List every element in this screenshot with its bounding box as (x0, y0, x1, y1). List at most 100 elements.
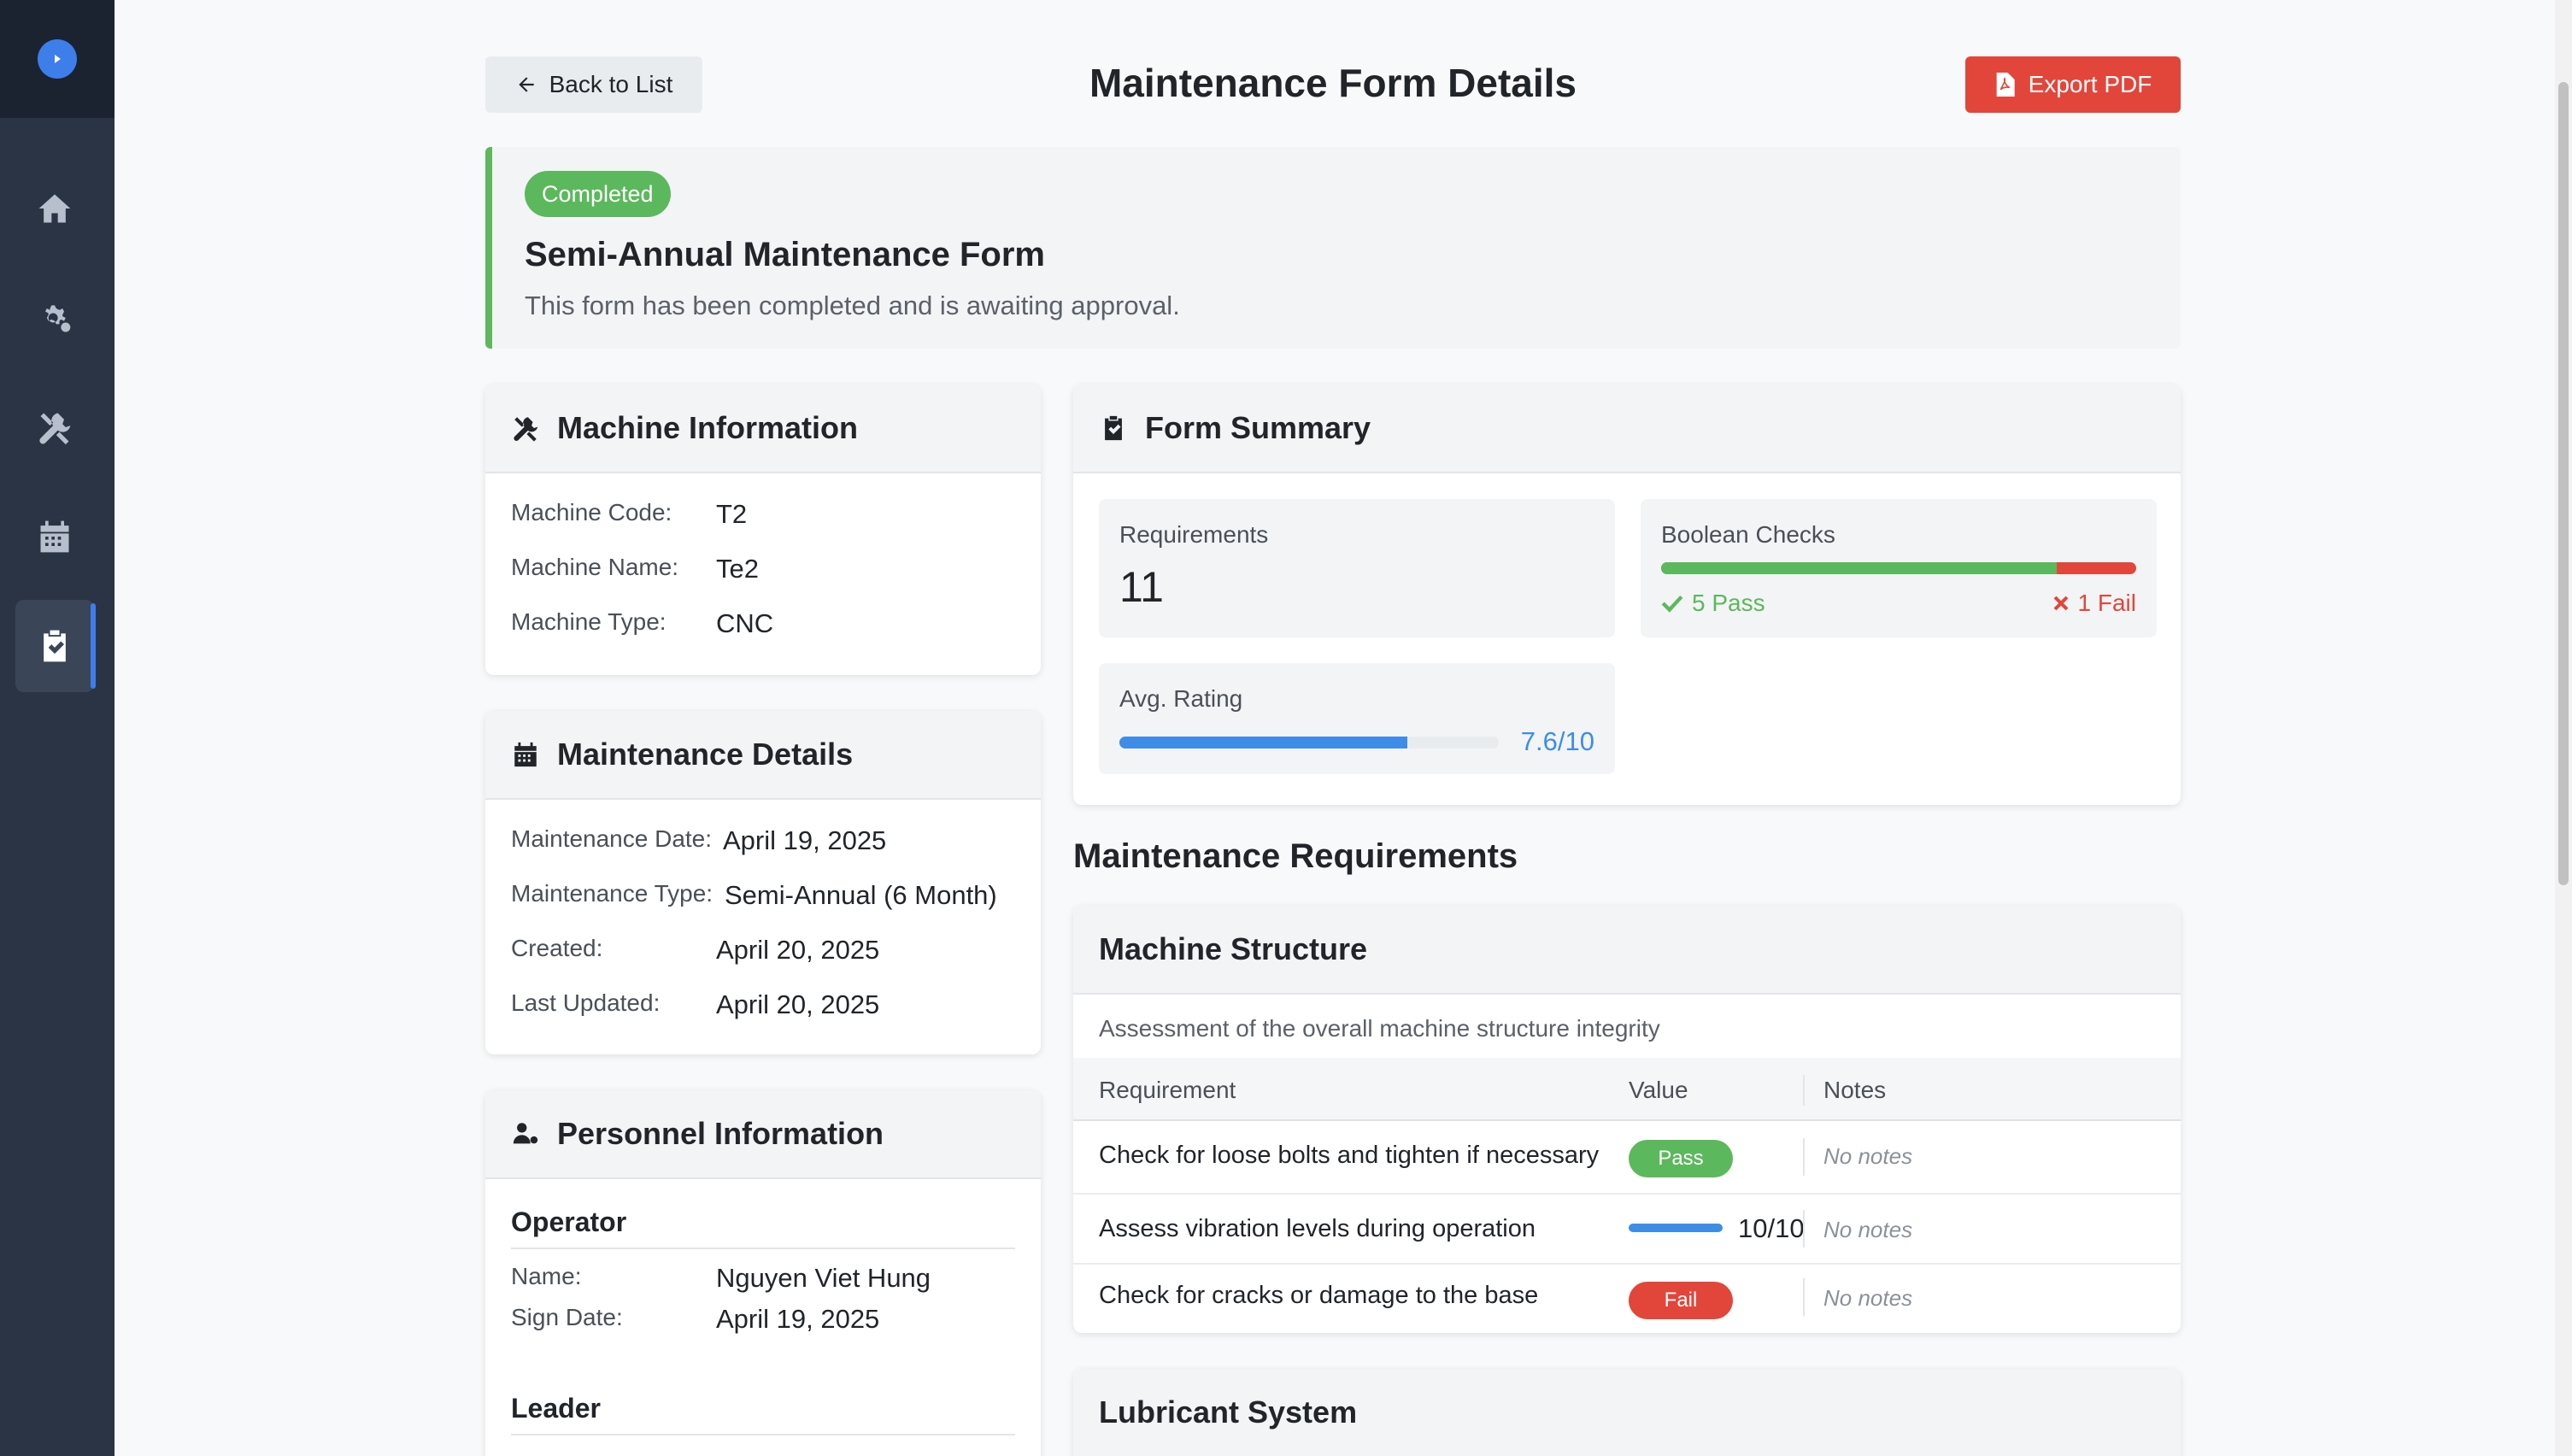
requirement-group-description: Assessment of the overall machine struct… (1099, 1015, 1660, 1042)
back-to-list-button[interactable]: Back to List (485, 56, 702, 113)
x-icon (2053, 596, 2068, 611)
avg-rating-bar (1119, 737, 1499, 749)
sidebar-item-home[interactable] (15, 162, 94, 255)
sidebar-toggle-button[interactable] (38, 39, 77, 79)
status-badge: Completed (525, 171, 671, 217)
form-summary-card: Form Summary Requirements 11 Boolean Che… (1073, 385, 2181, 805)
avg-rating-fill (1119, 737, 1408, 749)
personnel-info-card: Personnel Information Operator Name: Ngu… (485, 1090, 1041, 1456)
leader-heading: Leader (511, 1393, 601, 1424)
requirement-notes: No notes (1823, 1285, 1913, 1311)
requirement-text: Assess vibration levels during operation (1099, 1215, 1536, 1242)
export-button-label: Export PDF (2028, 71, 2152, 97)
operator-sign-label: Sign Date: (511, 1304, 623, 1330)
pass-count: 5 Pass (1661, 590, 1765, 617)
requirement-text: Check for cracks or damage to the base (1099, 1282, 1539, 1309)
machine-name-label: Machine Name: (511, 554, 679, 580)
requirement-notes: No notes (1823, 1143, 1913, 1169)
requirements-section-title: Maintenance Requirements (1073, 837, 1518, 875)
requirement-group-card: Lubricant System (1073, 1369, 2181, 1456)
maintenance-details-header: Maintenance Details (485, 711, 1041, 800)
form-summary-header: Form Summary (1073, 385, 2181, 473)
clipboard-check-icon (44, 630, 66, 662)
personnel-info-title: Personnel Information (557, 1116, 884, 1151)
maintenance-date-label: Maintenance Date: (511, 825, 713, 852)
form-title: Semi-Annual Maintenance Form (525, 236, 1045, 273)
avg-rating-label: Avg. Rating (1119, 685, 1243, 712)
requirement-notes: No notes (1823, 1217, 1913, 1242)
sidebar-item-calendar[interactable] (15, 490, 94, 583)
tools-icon (514, 417, 538, 442)
machine-info-card: Machine Information Machine Code: T2 Mac… (485, 385, 1041, 675)
created-label: Created: (511, 935, 603, 961)
pdf-file-icon (1996, 73, 2015, 97)
page-scrollbar[interactable] (2555, 0, 2572, 1456)
column-divider (1803, 1138, 1805, 1176)
operator-divider (511, 1248, 1015, 1249)
boolean-checks-box: Boolean Checks 5 Pass 1 Fail (1641, 499, 2157, 637)
page-title: Maintenance Form Details (1089, 61, 1577, 105)
boolean-checks-label: Boolean Checks (1661, 521, 1835, 548)
sidebar-item-machines[interactable] (15, 272, 94, 364)
requirement-text: Check for loose bolts and tighten if nec… (1099, 1142, 1600, 1169)
boolean-checks-bar (1661, 562, 2136, 574)
column-divider (1803, 1278, 1805, 1316)
form-status-description: This form has been completed and is awai… (525, 291, 1180, 320)
requirements-label: Requirements (1119, 521, 1269, 548)
avg-rating-value: 7.6/10 (1520, 726, 1594, 756)
calendar-icon (514, 742, 537, 767)
machine-info-title: Machine Information (557, 410, 859, 445)
sidebar-item-forms[interactable] (15, 600, 96, 692)
column-divider (1803, 1210, 1805, 1248)
scrollbar-thumb[interactable] (2558, 82, 2569, 885)
operator-name-value: Nguyen Viet Hung (716, 1263, 931, 1293)
operator-sign-value: April 19, 2025 (716, 1304, 880, 1334)
last-updated-label: Last Updated: (511, 989, 661, 1016)
rating-value: 10/10 (1738, 1213, 1805, 1243)
operator-name-label: Name: (511, 1263, 582, 1289)
status-banner: Completed Semi-Annual Maintenance Form T… (485, 147, 2181, 349)
machine-type-value: CNC (716, 608, 774, 638)
export-pdf-button[interactable]: Export PDF (1965, 56, 2181, 113)
table-row: Check for cracks or damage to the base F… (1073, 1265, 2181, 1333)
rating-bar-fill (1629, 1224, 1723, 1232)
clipboard-check-icon (1105, 415, 1122, 441)
gears-icon (45, 305, 71, 332)
requirements-table-header: Requirement Value Notes (1073, 1058, 2181, 1121)
machine-code-label: Machine Code: (511, 499, 672, 525)
fail-count: 1 Fail (2052, 590, 2136, 617)
requirement-group-card: Machine Structure Assessment of the over… (1073, 906, 2181, 1333)
pass-count-text: 5 Pass (1692, 590, 1765, 616)
leader-divider (511, 1434, 1015, 1435)
back-button-label: Back to List (549, 71, 673, 97)
avg-rating-box: Avg. Rating 7.6/10 (1099, 663, 1615, 774)
maintenance-type-value: Semi-Annual (6 Month) (725, 880, 997, 910)
requirements-count-box: Requirements 11 (1099, 499, 1615, 637)
column-header-notes: Notes (1823, 1077, 1887, 1103)
caret-right-icon (55, 55, 61, 63)
table-row: Check for loose bolts and tighten if nec… (1073, 1121, 2181, 1195)
sidebar-item-tools[interactable] (15, 381, 94, 473)
form-summary-title: Form Summary (1145, 410, 1371, 445)
created-value: April 20, 2025 (716, 935, 880, 965)
maintenance-type-label: Maintenance Type: (511, 880, 713, 907)
last-updated-value: April 20, 2025 (716, 989, 880, 1019)
requirements-count: 11 (1119, 563, 1164, 611)
check-icon (1661, 595, 1683, 613)
tools-icon (39, 413, 71, 445)
machine-name-value: Te2 (716, 554, 759, 584)
boolean-pass-fill (1661, 562, 2058, 574)
machine-info-header: Machine Information (485, 385, 1041, 473)
column-divider (1803, 1075, 1805, 1106)
home-icon (38, 194, 71, 223)
maintenance-date-value: April 19, 2025 (723, 825, 887, 855)
fail-count-text: 1 Fail (2077, 590, 2136, 616)
machine-code-value: T2 (716, 499, 748, 529)
maintenance-details-title: Maintenance Details (557, 737, 854, 772)
arrow-left-icon (518, 77, 534, 92)
column-header-value: Value (1629, 1077, 1688, 1103)
requirement-group-header: Machine Structure (1073, 906, 2181, 995)
sidebar-header (0, 0, 115, 118)
requirement-group-header: Lubricant System (1073, 1369, 2181, 1456)
rating-bar (1629, 1224, 1723, 1232)
